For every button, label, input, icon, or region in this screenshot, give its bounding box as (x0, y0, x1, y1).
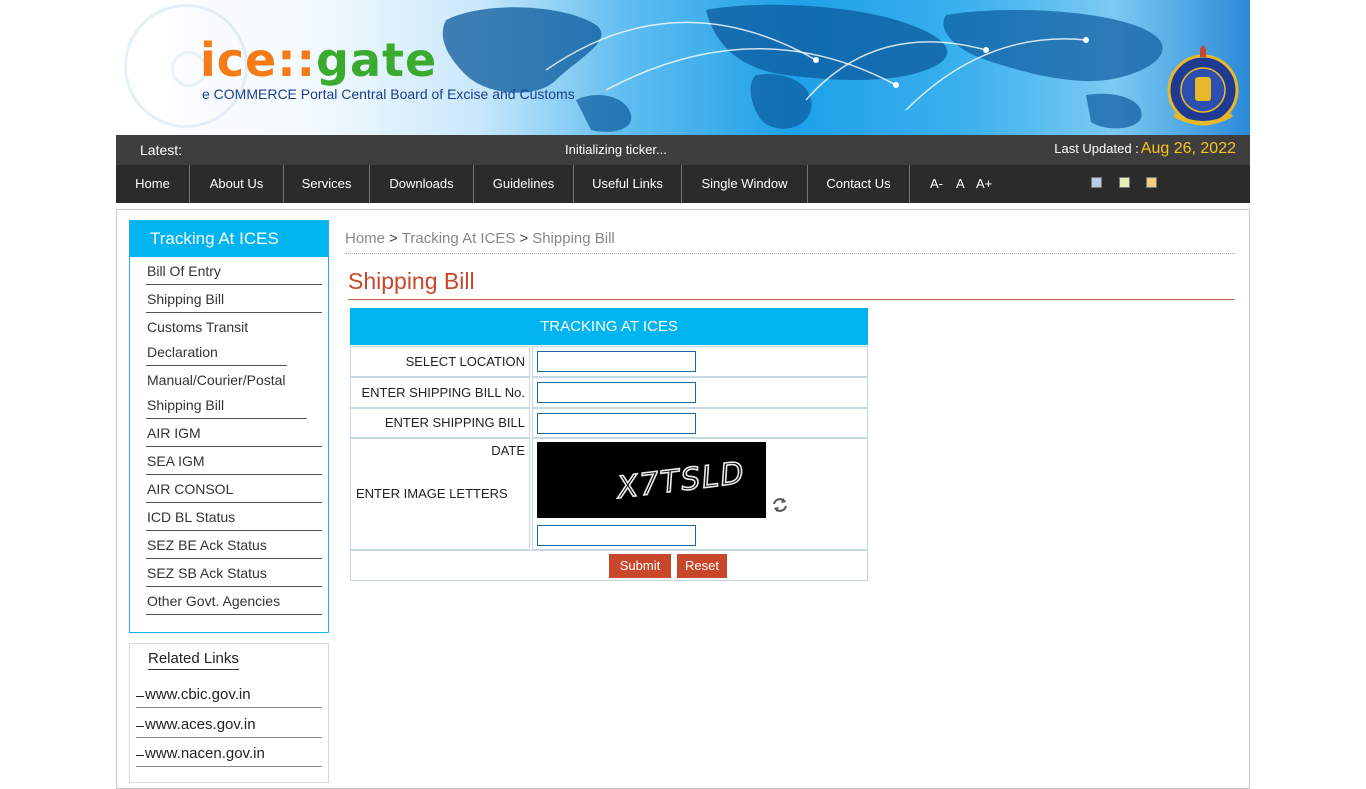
sbdate-label: ENTER SHIPPING BILL DATE (350, 408, 530, 458)
location-cell (532, 346, 868, 377)
sidebar-item-customs-transit[interactable]: Customs Transit Declaration (146, 313, 287, 366)
tracking-sidebar: Tracking At ICES Bill Of Entry Shipping … (129, 220, 329, 633)
tracking-form: TRACKING AT ICES SELECT LOCATION ENTER S… (350, 308, 868, 581)
location-label: SELECT LOCATION (350, 346, 530, 377)
row-sbno: ENTER SHIPPING BILL No. (350, 377, 868, 408)
related-links-panel: Related Links www.cbic.gov.in www.aces.g… (129, 643, 329, 783)
related-link-aces[interactable]: www.aces.gov.in (136, 716, 322, 738)
sidebar-item-bill-of-entry[interactable]: Bill Of Entry (146, 257, 322, 285)
location-input[interactable] (537, 351, 696, 372)
sidebar-item-sez-be-ack[interactable]: SEZ BE Ack Status (146, 531, 322, 559)
sidebar-item-other-govt[interactable]: Other Govt. Agencies (146, 587, 322, 615)
related-link-nacen[interactable]: www.nacen.gov.in (136, 745, 322, 767)
main-layout: Tracking At ICES Bill Of Entry Shipping … (116, 0, 1250, 783)
row-captcha: ENTER IMAGE LETTERS X7TSLD (350, 438, 868, 550)
sidebar-item-air-igm[interactable]: AIR IGM (146, 419, 322, 447)
form-actions: Submit Reset (350, 550, 868, 581)
sidebar-menu: Bill Of Entry Shipping Bill Customs Tran… (130, 257, 328, 615)
shipping-bill-no-input[interactable] (537, 382, 696, 403)
sidebar-item-air-consol[interactable]: AIR CONSOL (146, 475, 322, 503)
shipping-bill-date-input[interactable] (537, 413, 696, 434)
page-title: Shipping Bill (348, 268, 1235, 300)
reset-button[interactable]: Reset (677, 554, 727, 578)
sidebar-item-sea-igm[interactable]: SEA IGM (146, 447, 322, 475)
breadcrumb-current: Shipping Bill (532, 230, 615, 247)
sidebar-item-icd-bl-status[interactable]: ICD BL Status (146, 503, 322, 531)
related-link-cbic[interactable]: www.cbic.gov.in (136, 686, 322, 708)
sidebar-item-manual-courier-postal[interactable]: Manual/Courier/Postal Shipping Bill (146, 366, 307, 419)
sidebar-item-shipping-bill[interactable]: Shipping Bill (146, 285, 322, 313)
breadcrumb-home[interactable]: Home (345, 230, 385, 247)
breadcrumb: Home > Tracking At ICES > Shipping Bill (345, 230, 1235, 254)
sbno-label: ENTER SHIPPING BILL No. (350, 377, 530, 408)
row-sbdate: ENTER SHIPPING BILL DATE (350, 408, 868, 458)
svg-text:X7TSLD: X7TSLD (613, 456, 747, 507)
captcha-cell: X7TSLD (532, 438, 868, 550)
form-header: TRACKING AT ICES (350, 308, 868, 345)
captcha-label: ENTER IMAGE LETTERS (350, 438, 530, 550)
refresh-captcha-icon[interactable] (771, 496, 789, 514)
row-location: SELECT LOCATION (350, 346, 868, 377)
captcha-input[interactable] (537, 525, 696, 546)
related-links-title: Related Links (148, 650, 239, 670)
breadcrumb-tracking[interactable]: Tracking At ICES (402, 230, 516, 247)
sidebar-item-sez-sb-ack[interactable]: SEZ SB Ack Status (146, 559, 322, 587)
bullet-dash (136, 726, 144, 727)
sbno-cell (532, 377, 868, 408)
captcha-graphic: X7TSLD (613, 455, 749, 507)
captcha-image: X7TSLD (537, 442, 766, 518)
sbdate-cell (532, 408, 868, 438)
bullet-dash (136, 755, 144, 756)
submit-button[interactable]: Submit (609, 554, 671, 578)
bullet-dash (136, 696, 144, 697)
sidebar-title: Tracking At ICES (130, 221, 328, 257)
